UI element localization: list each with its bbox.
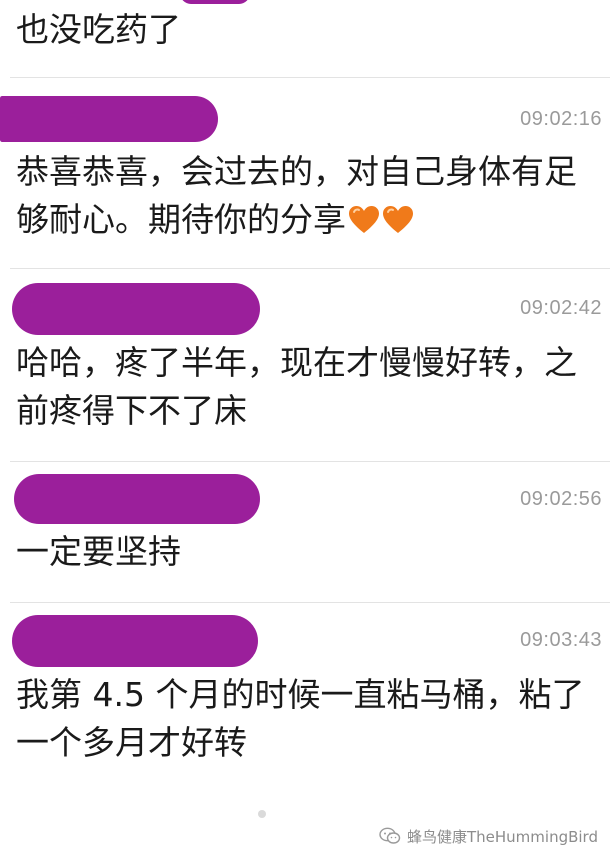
orange-heart-icon (349, 206, 379, 233)
comment-item: 09:02:56 一定要坚持 (0, 462, 610, 602)
comment-timestamp: 09:03:43 (520, 629, 602, 651)
comment-item: 也没吃药了 (0, 0, 610, 78)
comment-text: 哈哈，疼了半年，现在才慢慢好转，之前疼得下不了床 (16, 343, 577, 430)
comment-text: 我第 4.5 个月的时候一直粘马桶，粘了一个多月才好转 (16, 675, 585, 762)
watermark: 蜂鸟健康TheHummingBird (379, 822, 598, 850)
comment-timestamp: 09:02:56 (520, 488, 602, 510)
redacted-username (0, 96, 218, 142)
comment-timestamp: 09:02:42 (520, 297, 602, 319)
comment-text-body: 恭喜恭喜，会过去的，对自己身体有足够耐心。期待你的分享 (16, 152, 577, 239)
comment-text: 一定要坚持 (16, 532, 181, 571)
comment-item: 09:02:42 哈哈，疼了半年，现在才慢慢好转，之前疼得下不了床 (0, 269, 610, 461)
comment-text: 恭喜恭喜，会过去的，对自己身体有足够耐心。期待你的分享 (16, 148, 601, 244)
comment-item: 09:03:43 我第 4.5 个月的时候一直粘马桶，粘了一个多月才好转 (0, 603, 610, 803)
orange-heart-icon (383, 206, 413, 233)
page-indicator-dot (258, 810, 266, 818)
redacted-username (12, 283, 260, 335)
redacted-username (14, 474, 260, 524)
wechat-icon (379, 827, 401, 844)
redacted-username (180, 0, 250, 4)
watermark-text: 蜂鸟健康TheHummingBird (407, 827, 598, 846)
comment-item: 09:02:16 恭喜恭喜，会过去的，对自己身体有足够耐心。期待你的分享 (0, 78, 610, 268)
redacted-username (12, 615, 258, 667)
comment-text: 也没吃药了 (16, 10, 181, 49)
comment-timestamp: 09:02:16 (520, 108, 602, 130)
